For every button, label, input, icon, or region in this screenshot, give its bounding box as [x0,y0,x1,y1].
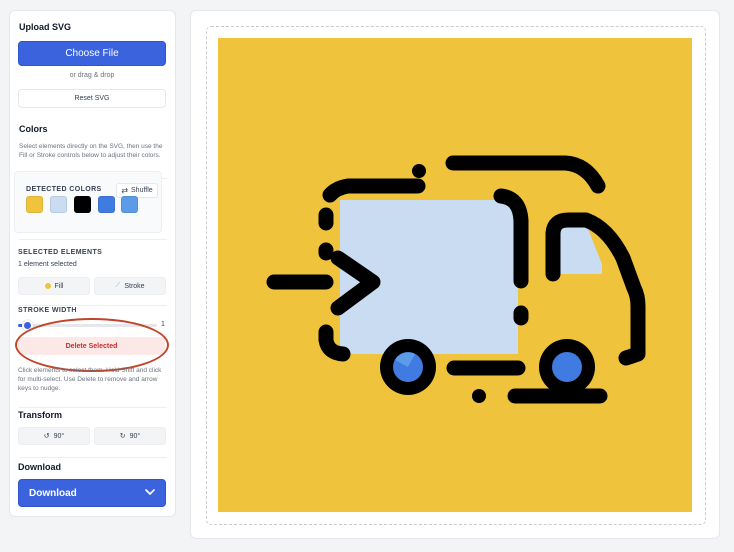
stroke-width-title: STROKE WIDTH [18,307,77,314]
stroke-label: Stroke [124,282,145,290]
rotate-right-label: 90° [129,432,141,440]
front-hub[interactable] [552,352,582,382]
rotate-right-icon: ↻ [119,433,126,440]
color-swatch[interactable] [74,196,91,213]
rotate-left-button[interactable]: ↺ 90° [18,427,90,445]
divider [19,239,167,240]
drag-drop-hint: or drag & drop [69,72,115,79]
download-button[interactable]: Download [18,479,166,507]
colors-hint: Select elements directly on the SVG, the… [19,143,163,159]
detected-colors-panel: DETECTED COLORS ⇄ Shuffle [14,171,162,233]
selected-count: 1 element selected [18,261,77,268]
stroke-width-slider-thumb[interactable] [22,320,33,331]
color-swatch[interactable] [121,196,138,213]
selection-help-text: Click elements to select them. Hold Shif… [18,367,162,392]
delete-selected-button[interactable]: Delete Selected [18,337,165,355]
divider [19,407,167,408]
stroke-width-value: 1 [161,321,165,328]
color-swatch[interactable] [26,196,43,213]
svg-canvas[interactable] [218,38,692,512]
divider [19,457,167,458]
preview-panel [190,10,720,539]
upload-title: Upload SVG [19,22,72,32]
rotate-left-icon: ↺ [43,433,50,440]
shuffle-icon: ⇄ [121,186,129,195]
rotate-right-button[interactable]: ↻ 90° [94,427,166,445]
download-label: Download [29,487,77,499]
delivery-truck-icon[interactable] [218,38,692,512]
reset-svg-button[interactable]: Reset SVG [18,89,166,108]
fill-button[interactable]: Fill [18,277,90,295]
detected-colors-title: DETECTED COLORS [26,186,102,193]
road-dot[interactable] [472,389,486,403]
chevron-down-icon [145,488,155,499]
stroke-none-icon: ⟋ [115,282,121,289]
choose-file-button[interactable]: Choose File [18,41,166,66]
stroke-width-slider-track[interactable] [18,324,157,327]
selected-elements-title: SELECTED ELEMENTS [18,249,103,256]
color-swatch[interactable] [98,196,115,213]
fill-label: Fill [54,282,64,290]
divider [19,305,167,306]
speed-dot[interactable] [412,164,426,178]
fill-swatch-icon [44,283,51,289]
color-swatch[interactable] [50,196,67,213]
transform-title: Transform [18,410,63,420]
download-title: Download [18,462,61,472]
stroke-button[interactable]: ⟋ Stroke [94,277,166,295]
rotate-left-label: 90° [53,432,65,440]
shuffle-label: Shuffle [131,187,153,194]
colors-title: Colors [19,124,48,134]
